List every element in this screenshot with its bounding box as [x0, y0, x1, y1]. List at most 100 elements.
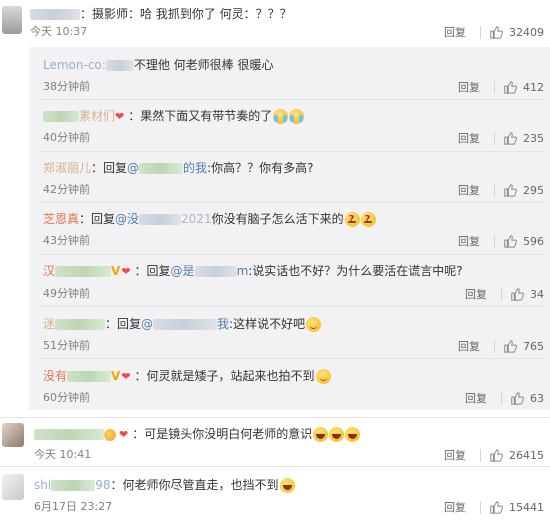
mention-link[interactable]: m [237, 264, 249, 278]
like-count: 412 [523, 80, 544, 94]
like-count: 26415 [509, 448, 544, 462]
reply-button[interactable]: 回复 [444, 447, 466, 463]
like-count: 765 [523, 339, 544, 353]
divider [37, 306, 544, 307]
mention-link[interactable]: 我 [217, 317, 229, 331]
comment-body: ：可是镜头你没明白何老师的意识 [132, 427, 313, 441]
username-blurred [105, 60, 134, 71]
reply-button[interactable]: 回复 [458, 338, 480, 354]
heart-badge-icon: ❤ [121, 265, 131, 278]
timestamp: 40分钟前 [43, 131, 90, 144]
reply-button[interactable]: 回复 [465, 286, 487, 302]
divider [480, 500, 481, 514]
reply-body: :你高？？你有多高? [207, 161, 314, 175]
thumbs-up-icon[interactable] [503, 234, 517, 248]
reply-body: 不理他 何老师很棒 很暖心 [133, 58, 274, 72]
timestamp: 6月17日 23:27 [34, 500, 113, 513]
reply-body: :这样说不好吧 [229, 317, 306, 331]
mention-link[interactable]: @ [141, 317, 153, 331]
mention-link[interactable]: 2021 [181, 212, 212, 226]
divider [37, 254, 544, 255]
username-blurred[interactable] [30, 9, 80, 20]
reply-button[interactable]: 回复 [458, 79, 480, 95]
username-blurred [139, 214, 182, 225]
comment-actions: 回复 15441 [444, 499, 544, 515]
mention-link[interactable]: @ [127, 161, 139, 175]
divider [480, 25, 481, 39]
username-blurred [67, 371, 112, 382]
divider [37, 358, 544, 359]
reply-button[interactable]: 回复 [458, 233, 480, 249]
comment-text: ❤ ：可是镜头你没明白何老师的意识 [34, 426, 361, 443]
like-count: 235 [523, 131, 544, 145]
reply-thread [29, 47, 550, 410]
like-count: 34 [530, 287, 544, 301]
timestamp: 49分钟前 [43, 287, 90, 300]
comment-author[interactable]: 98 [95, 478, 110, 492]
reply-button[interactable]: 回复 [465, 390, 487, 406]
smile-emoji-icon [315, 369, 331, 384]
reply-button[interactable]: 回复 [444, 24, 466, 40]
heart-badge-icon: ❤ [121, 370, 131, 383]
thumbs-up-icon[interactable] [503, 80, 517, 94]
reply-author[interactable]: Lemon-co: [43, 58, 106, 72]
reply-text: 迷：回复@ 我:这样说不好吧 [43, 316, 322, 332]
thumbs-up-icon[interactable] [489, 25, 503, 39]
reply-text: 郑淑丽儿：回复@ 的我:你高？？你有多高? [43, 161, 314, 175]
thumbs-up-icon[interactable] [489, 448, 503, 462]
username-blurred[interactable] [43, 111, 79, 122]
reply-actions: 回复 765 [458, 338, 544, 354]
reply-author[interactable]: 素材们 [79, 109, 115, 123]
avatar[interactable] [2, 423, 24, 447]
mention-link[interactable]: @是 [171, 264, 195, 278]
medal-badge-icon [104, 428, 116, 441]
reply-text: 芝恩真：回复@没 2021你没有脑子怎么活下来的 [43, 211, 376, 228]
thumbs-up-icon[interactable] [489, 500, 503, 514]
thumbs-up-icon[interactable] [503, 131, 517, 145]
comment-body: 摄影师：哈 我抓到你了 何灵：？？？ [92, 7, 292, 21]
divider [494, 131, 495, 145]
reply-button[interactable]: 回复 [458, 130, 480, 146]
reply-text: Lemon-co: 不理他 何老师很棒 很暖心 [43, 57, 273, 73]
thumbs-up-icon[interactable] [503, 339, 517, 353]
comment-author[interactable]: shi [34, 478, 51, 492]
mention-link[interactable]: @没 [115, 212, 139, 226]
reply-text: 没有 V❤ ：何灵就是矮子，站起来也拍不到 [43, 368, 331, 385]
thumbs-up-icon[interactable] [510, 391, 524, 405]
divider [501, 287, 502, 301]
like-count: 63 [530, 391, 544, 405]
reply-author[interactable]: 迷 [43, 317, 55, 331]
timestamp: 60分钟前 [43, 391, 90, 404]
reply-author[interactable]: 没有 [43, 369, 67, 383]
like-count: 596 [523, 234, 544, 248]
divider [494, 183, 495, 197]
timestamp: 今天 10:37 [30, 25, 88, 38]
thumbs-up-icon[interactable] [503, 183, 517, 197]
thinking-emoji-icon [344, 212, 360, 228]
like-count: 32409 [509, 25, 544, 39]
divider [480, 448, 481, 462]
comment-text: shi 98：何老师你尽管直走，也挡不到 [34, 477, 295, 493]
heart-badge-icon: ❤ [119, 428, 129, 441]
verified-v-icon: V [111, 369, 121, 383]
avatar[interactable] [2, 6, 22, 34]
verified-v-icon: V [111, 264, 121, 278]
mention-link[interactable]: 的我 [183, 161, 207, 175]
reply-button[interactable]: 回复 [444, 499, 466, 515]
username-blurred[interactable] [34, 429, 104, 440]
thumbs-up-icon[interactable] [510, 287, 524, 301]
divider [0, 417, 550, 418]
reply-author[interactable]: 汉 [43, 264, 55, 278]
reply-button[interactable]: 回复 [458, 182, 480, 198]
reply-body: :说实话也不好？为什么要活在谎言中呢? [248, 264, 463, 278]
reply-author[interactable]: 郑淑丽儿 [43, 161, 91, 175]
reply-author[interactable]: 芝恩真 [43, 212, 79, 226]
divider [0, 466, 550, 467]
crying-emoji-icon [289, 109, 305, 124]
reply-actions: 回复 235 [458, 130, 544, 146]
reply-actions: 回复 34 [465, 286, 544, 302]
username-blurred [51, 480, 96, 491]
laughing-emoji-icon [279, 478, 295, 493]
like-count: 295 [523, 183, 544, 197]
avatar[interactable] [2, 474, 24, 500]
